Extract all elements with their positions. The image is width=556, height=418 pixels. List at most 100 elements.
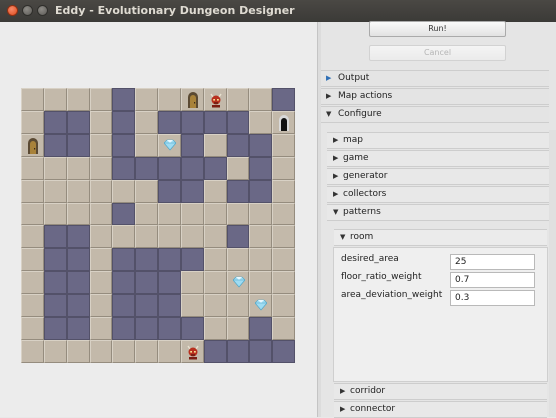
floor-tile[interactable] — [43, 179, 67, 203]
floor-tile[interactable] — [112, 179, 136, 203]
desired-area-field[interactable]: 25 — [450, 254, 535, 270]
wall-tile[interactable] — [226, 225, 250, 249]
floor-tile[interactable] — [89, 340, 113, 363]
map-actions-section-header[interactable]: ▶ Map actions — [321, 88, 549, 105]
floor-tile[interactable] — [89, 294, 113, 318]
floor-tile[interactable] — [158, 88, 181, 111]
wall-tile[interactable] — [135, 294, 158, 318]
dungeon-map-grid[interactable] — [21, 88, 295, 363]
floor-tile[interactable] — [89, 179, 113, 203]
wall-tile[interactable] — [135, 317, 158, 341]
floor-tile[interactable] — [180, 340, 204, 363]
floor-tile[interactable] — [43, 88, 67, 111]
floor-tile[interactable] — [226, 156, 250, 180]
floor-tile[interactable] — [135, 225, 158, 249]
floor-tile[interactable] — [66, 156, 90, 180]
wall-tile[interactable] — [249, 340, 273, 363]
wall-tile[interactable] — [112, 294, 136, 318]
floor-tile[interactable] — [21, 179, 44, 203]
wall-tile[interactable] — [226, 110, 250, 134]
wall-tile[interactable] — [135, 248, 158, 272]
floor-tile[interactable] — [158, 202, 181, 226]
floor-tile[interactable] — [112, 340, 136, 363]
floor-tile[interactable] — [21, 225, 44, 249]
floor-tile[interactable] — [21, 248, 44, 272]
wall-tile[interactable] — [43, 317, 67, 341]
config-patterns-header[interactable]: ▼ patterns — [327, 204, 549, 221]
wall-tile[interactable] — [272, 88, 295, 111]
wall-tile[interactable] — [249, 317, 273, 341]
floor-tile[interactable] — [180, 88, 204, 111]
floor-tile[interactable] — [203, 294, 227, 318]
output-section-header[interactable]: ▶ Output — [321, 70, 549, 87]
floor-tile[interactable] — [89, 271, 113, 295]
floor-tile[interactable] — [89, 156, 113, 180]
floor-tile[interactable] — [180, 202, 204, 226]
floor-tile[interactable] — [203, 88, 227, 111]
close-window-icon[interactable] — [7, 5, 18, 16]
wall-tile[interactable] — [112, 88, 136, 111]
floor-tile[interactable] — [203, 317, 227, 341]
wall-tile[interactable] — [112, 248, 136, 272]
wall-tile[interactable] — [66, 225, 90, 249]
floor-tile[interactable] — [135, 202, 158, 226]
floor-ratio-weight-field[interactable]: 0.7 — [450, 272, 535, 288]
floor-tile[interactable] — [135, 88, 158, 111]
wall-tile[interactable] — [43, 110, 67, 134]
floor-tile[interactable] — [158, 133, 181, 157]
pattern-connector-header[interactable]: ▶ connector — [334, 401, 547, 418]
floor-tile[interactable] — [226, 88, 250, 111]
floor-tile[interactable] — [272, 294, 295, 318]
wall-tile[interactable] — [43, 271, 67, 295]
floor-tile[interactable] — [89, 225, 113, 249]
wall-tile[interactable] — [226, 133, 250, 157]
config-map-header[interactable]: ▶ map — [327, 132, 549, 149]
floor-tile[interactable] — [203, 248, 227, 272]
floor-tile[interactable] — [66, 88, 90, 111]
wall-tile[interactable] — [66, 294, 90, 318]
wall-tile[interactable] — [43, 133, 67, 157]
floor-tile[interactable] — [66, 340, 90, 363]
wall-tile[interactable] — [66, 271, 90, 295]
floor-tile[interactable] — [272, 271, 295, 295]
wall-tile[interactable] — [43, 248, 67, 272]
floor-tile[interactable] — [89, 202, 113, 226]
wall-tile[interactable] — [180, 317, 204, 341]
wall-tile[interactable] — [112, 156, 136, 180]
floor-tile[interactable] — [180, 294, 204, 318]
wall-tile[interactable] — [112, 133, 136, 157]
floor-tile[interactable] — [272, 225, 295, 249]
floor-tile[interactable] — [66, 202, 90, 226]
wall-tile[interactable] — [203, 110, 227, 134]
wall-tile[interactable] — [180, 110, 204, 134]
floor-tile[interactable] — [249, 294, 273, 318]
floor-tile[interactable] — [226, 202, 250, 226]
wall-tile[interactable] — [66, 248, 90, 272]
wall-tile[interactable] — [180, 248, 204, 272]
pattern-room-header[interactable]: ▼ room — [334, 229, 547, 246]
wall-tile[interactable] — [249, 133, 273, 157]
wall-tile[interactable] — [158, 179, 181, 203]
floor-tile[interactable] — [272, 248, 295, 272]
wall-tile[interactable] — [158, 317, 181, 341]
floor-tile[interactable] — [249, 225, 273, 249]
wall-tile[interactable] — [66, 317, 90, 341]
floor-tile[interactable] — [249, 271, 273, 295]
floor-tile[interactable] — [249, 202, 273, 226]
floor-tile[interactable] — [249, 88, 273, 111]
floor-tile[interactable] — [203, 225, 227, 249]
floor-tile[interactable] — [272, 317, 295, 341]
wall-tile[interactable] — [226, 179, 250, 203]
floor-tile[interactable] — [89, 317, 113, 341]
floor-tile[interactable] — [203, 202, 227, 226]
config-generator-header[interactable]: ▶ generator — [327, 168, 549, 185]
floor-tile[interactable] — [249, 248, 273, 272]
wall-tile[interactable] — [158, 156, 181, 180]
wall-tile[interactable] — [112, 271, 136, 295]
wall-tile[interactable] — [203, 156, 227, 180]
configure-section-header[interactable]: ▼ Configure — [321, 106, 549, 123]
floor-tile[interactable] — [89, 248, 113, 272]
floor-tile[interactable] — [226, 294, 250, 318]
wall-tile[interactable] — [135, 271, 158, 295]
wall-tile[interactable] — [66, 133, 90, 157]
